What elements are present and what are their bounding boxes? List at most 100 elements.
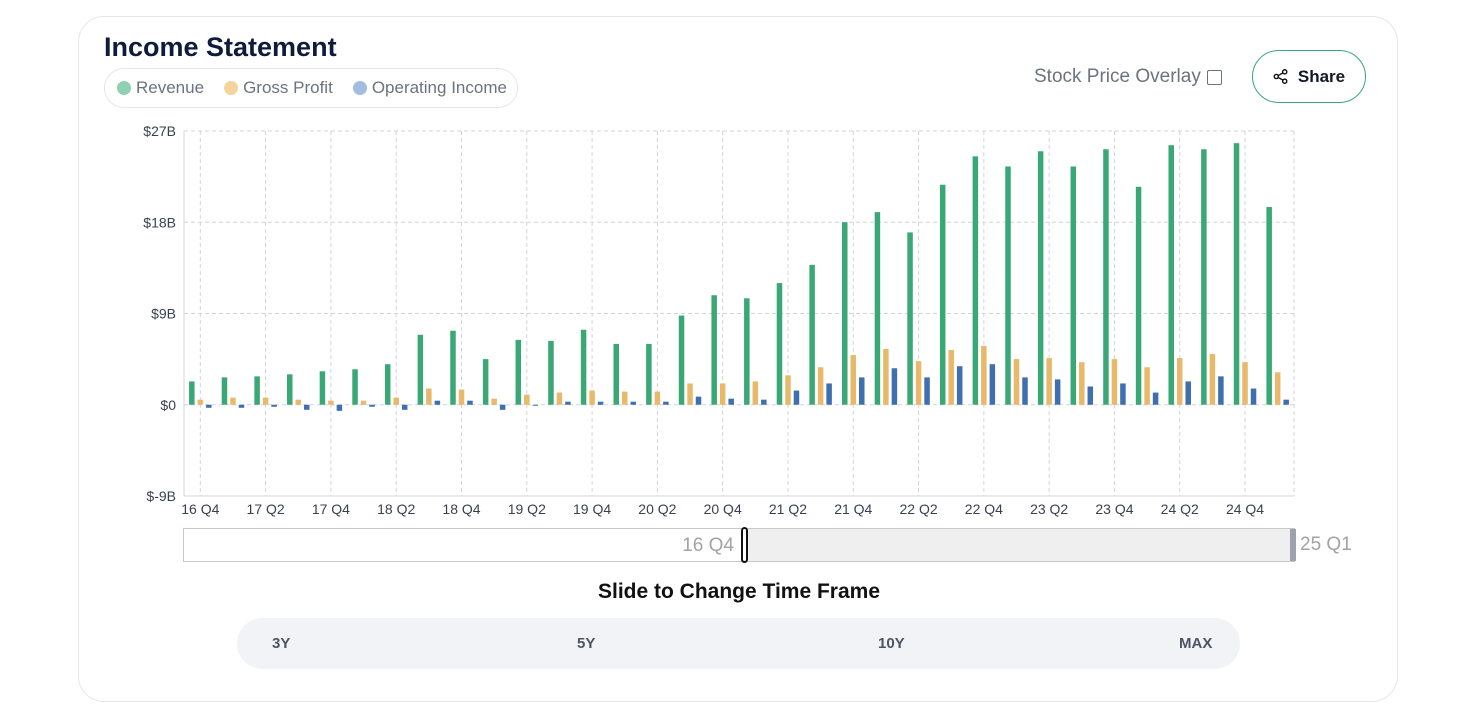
operating-income-bar bbox=[304, 404, 310, 410]
range-selector: 3Y 5Y 10Y MAX bbox=[237, 618, 1240, 669]
operating-income-bar bbox=[728, 398, 734, 405]
gross-profit-bar bbox=[1144, 367, 1150, 405]
x-tick-label: 21 Q2 bbox=[769, 501, 807, 517]
revenue-bar bbox=[287, 374, 293, 405]
y-tick-label: $0 bbox=[160, 397, 176, 413]
operating-income-bar bbox=[1283, 399, 1289, 405]
gross-profit-bar bbox=[1209, 354, 1216, 405]
gross-profit-bar bbox=[687, 383, 693, 405]
gross-profit-bar bbox=[197, 399, 204, 405]
gross-profit-bar bbox=[1242, 362, 1248, 405]
operating-income-bar bbox=[1250, 388, 1257, 405]
income-chart: $27B $18B $9B $0 $-9B 16 Q4 17 Q2 17 Q4 18 Q2 18 … bbox=[143, 123, 1295, 517]
x-tick-label: 22 Q2 bbox=[899, 501, 937, 517]
x-tick-label: 21 Q4 bbox=[834, 501, 872, 517]
operating-income-bar bbox=[1054, 379, 1061, 405]
range-3y-button[interactable]: 3Y bbox=[272, 635, 290, 652]
operating-income-bar bbox=[793, 390, 800, 405]
operating-income-bar bbox=[1152, 392, 1159, 405]
revenue-bar bbox=[515, 339, 522, 405]
range-10y-button[interactable]: 10Y bbox=[878, 635, 905, 652]
x-tick-label: 24 Q2 bbox=[1161, 501, 1199, 517]
gross-profit-bar bbox=[752, 381, 759, 405]
x-tick-label: 17 Q2 bbox=[247, 501, 285, 517]
gross-profit-bar bbox=[981, 345, 987, 405]
revenue-bar bbox=[744, 298, 750, 405]
slider-caption: Slide to Change Time Frame bbox=[597, 580, 880, 603]
revenue-bar bbox=[842, 222, 848, 405]
gross-profit-bar bbox=[556, 392, 563, 405]
gross-profit-bar bbox=[1013, 359, 1020, 405]
x-tick-label: 16 Q4 bbox=[181, 501, 219, 517]
operating-income-bar bbox=[1120, 383, 1126, 405]
slider-start-label: 16 Q4 bbox=[682, 535, 734, 556]
operating-income-bar bbox=[630, 401, 636, 405]
x-tick-label: 19 Q2 bbox=[508, 501, 546, 517]
x-tick-label: 20 Q4 bbox=[704, 501, 742, 517]
revenue-bar bbox=[613, 343, 619, 405]
operating-income-bar bbox=[597, 401, 604, 405]
revenue-bar bbox=[384, 364, 391, 405]
revenue-bar bbox=[580, 329, 587, 405]
operating-income-bar bbox=[434, 400, 441, 405]
revenue-bar bbox=[1103, 149, 1109, 405]
revenue-bar bbox=[972, 156, 979, 405]
x-tick-label: 24 Q4 bbox=[1226, 501, 1264, 517]
operating-income-bar bbox=[499, 404, 506, 410]
operating-income-bar bbox=[989, 364, 996, 405]
revenue-bar bbox=[1070, 166, 1077, 405]
operating-income-bar bbox=[238, 404, 245, 408]
revenue-bar bbox=[221, 377, 228, 405]
revenue-bar bbox=[1201, 149, 1207, 405]
operating-income-bar bbox=[1087, 386, 1094, 405]
time-frame-slider[interactable]: 16 Q4 bbox=[183, 527, 1296, 563]
gross-profit-bar bbox=[491, 398, 497, 405]
revenue-bar bbox=[450, 330, 456, 405]
gross-profit-bar bbox=[458, 389, 465, 405]
operating-income-bar bbox=[271, 404, 277, 407]
revenue-bar bbox=[1037, 151, 1044, 405]
x-tick-label: 18 Q4 bbox=[442, 501, 480, 517]
x-tick-label: 18 Q2 bbox=[377, 501, 415, 517]
gross-profit-bar bbox=[785, 375, 791, 405]
x-tick-label: 20 Q2 bbox=[638, 501, 676, 517]
gross-profit-bar bbox=[883, 348, 889, 405]
operating-income-bar bbox=[369, 404, 375, 407]
revenue-bar bbox=[1233, 143, 1240, 405]
operating-income-bar bbox=[1218, 376, 1224, 405]
gross-profit-bar bbox=[719, 383, 726, 405]
x-tick-label: 23 Q4 bbox=[1095, 501, 1133, 517]
revenue-bar bbox=[319, 371, 326, 405]
gross-profit-bar bbox=[589, 390, 595, 405]
x-tick-label: 23 Q2 bbox=[1030, 501, 1068, 517]
gross-profit-bar bbox=[817, 367, 824, 405]
operating-income-bar bbox=[206, 404, 212, 408]
gross-profit-bar bbox=[328, 400, 334, 405]
slider-end-label: 25 Q1 bbox=[1300, 534, 1352, 555]
range-5y-button[interactable]: 5Y bbox=[577, 635, 595, 652]
operating-income-bar bbox=[924, 377, 930, 405]
gross-profit-bar bbox=[360, 400, 367, 405]
slider-end-handle[interactable] bbox=[1290, 529, 1296, 561]
revenue-bar bbox=[548, 340, 554, 405]
revenue-bar bbox=[939, 184, 946, 405]
operating-income-bar bbox=[761, 399, 767, 405]
range-max-button[interactable]: MAX bbox=[1179, 635, 1212, 652]
revenue-bar bbox=[1005, 166, 1011, 405]
gross-profit-bar bbox=[850, 355, 857, 405]
revenue-bar bbox=[417, 334, 424, 405]
revenue-bar bbox=[1266, 207, 1272, 405]
gross-profit-bar bbox=[230, 397, 236, 405]
revenue-bar bbox=[874, 212, 881, 405]
gross-profit-bar bbox=[524, 394, 530, 405]
y-tick-label: $27B bbox=[143, 123, 176, 139]
operating-income-bar bbox=[1185, 381, 1191, 405]
x-tick-label: 17 Q4 bbox=[312, 501, 350, 517]
revenue-bar bbox=[678, 315, 685, 405]
slider-start-handle[interactable] bbox=[741, 527, 748, 563]
revenue-bar bbox=[189, 381, 195, 405]
gross-profit-bar bbox=[621, 391, 628, 405]
gross-profit-bar bbox=[295, 399, 302, 405]
revenue-bar bbox=[907, 232, 913, 405]
operating-income-bar bbox=[663, 401, 669, 405]
